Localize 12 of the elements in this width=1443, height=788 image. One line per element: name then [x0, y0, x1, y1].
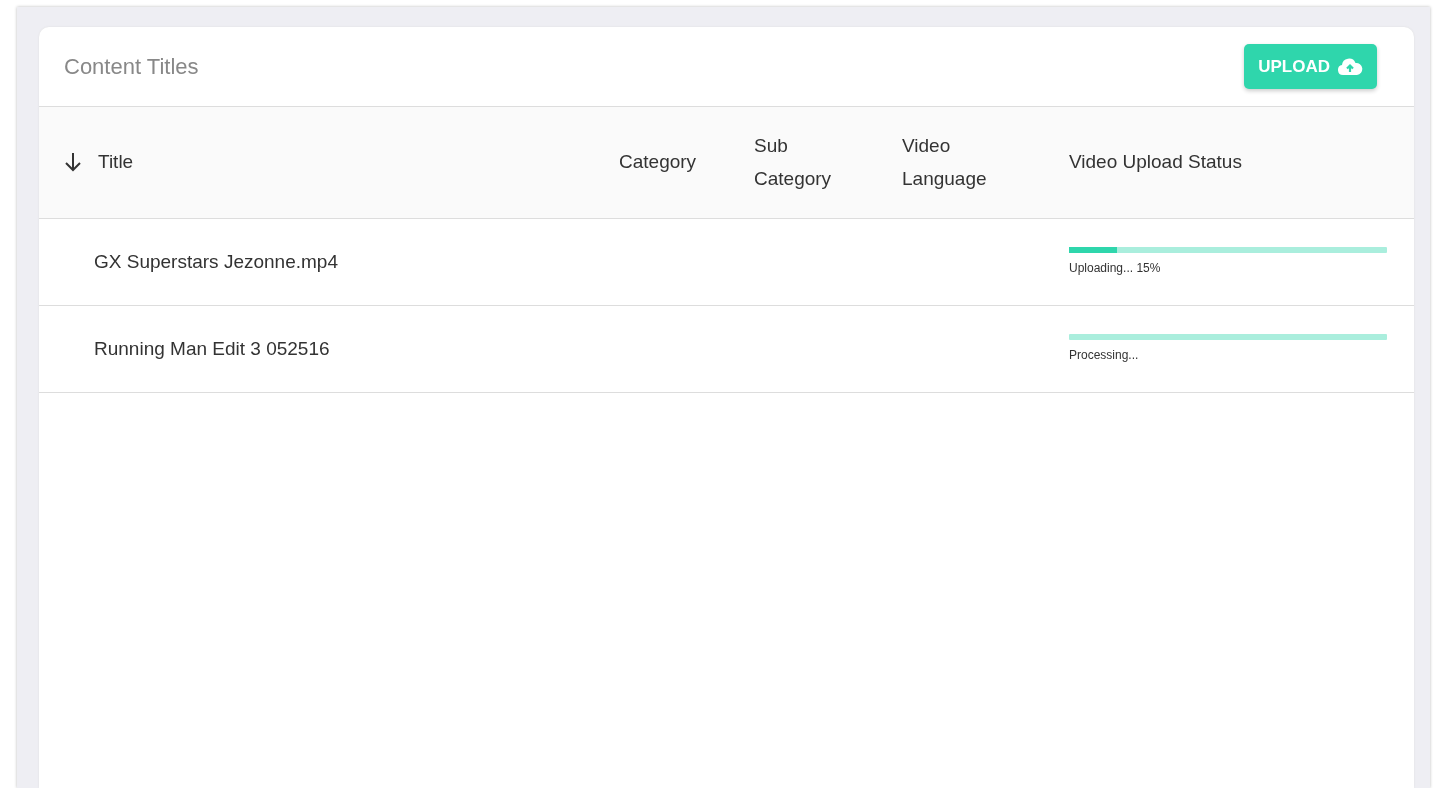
column-header[interactable]: Category: [619, 146, 697, 179]
card-title: Content Titles: [64, 53, 199, 81]
column-header[interactable]: Video Upload Status: [1069, 146, 1242, 179]
sort-down-icon[interactable]: [64, 152, 82, 173]
column-header[interactable]: Video Language: [902, 130, 1007, 195]
title-cell: GX Superstars Jezonne.mp4: [94, 250, 338, 272]
status-text: Uploading... 15%: [1069, 261, 1161, 275]
column-header[interactable]: Title: [98, 146, 134, 179]
title-cell: Running Man Edit 3 052516: [94, 337, 330, 359]
cloud-upload-icon: [1337, 57, 1363, 76]
column-header[interactable]: Sub Category: [754, 130, 849, 195]
status-text: Processing...: [1069, 348, 1139, 362]
